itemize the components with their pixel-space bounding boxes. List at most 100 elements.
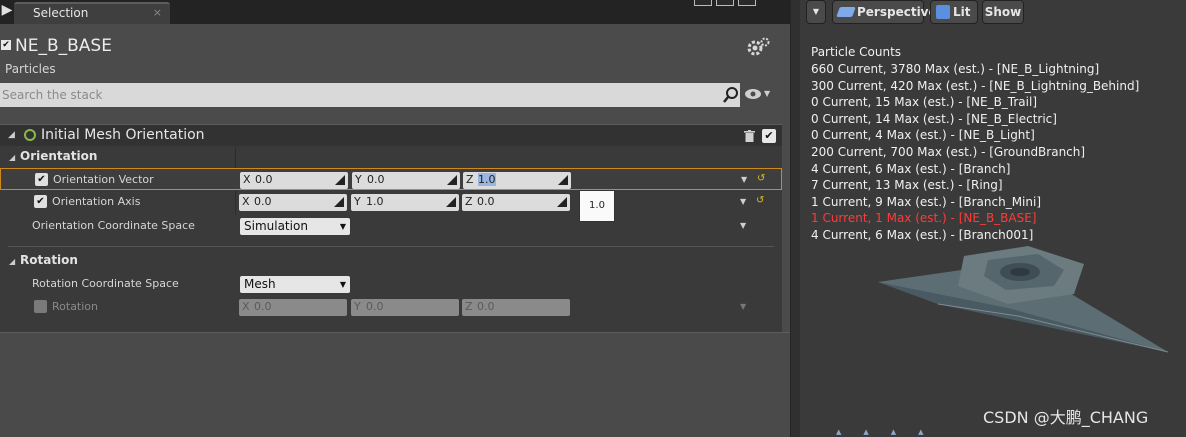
chevron-down-icon: ▼ bbox=[740, 302, 747, 311]
axis-label: Y bbox=[355, 173, 362, 186]
axis-label: X bbox=[242, 195, 250, 208]
prop-label: Orientation Coordinate Space bbox=[32, 219, 195, 232]
particle-count-line-highlighted: 1 Current, 1 Max (est.) - [NE_B_BASE] bbox=[811, 211, 1037, 226]
module-panel: ◢ Initial Mesh Orientation ✔ ◢ Orientati… bbox=[0, 124, 782, 332]
reset-to-default-icon[interactable]: ↺ bbox=[756, 195, 764, 206]
drag-handle-icon[interactable] bbox=[446, 197, 456, 207]
trash-icon[interactable] bbox=[744, 130, 755, 142]
axis-label: Z bbox=[465, 300, 473, 313]
prop-orientation-vector[interactable]: ✔ Orientation Vector X 0.0 Y 0.0 Z 1.0 ▼… bbox=[0, 168, 782, 190]
collapse-arrow-icon[interactable]: ◢ bbox=[8, 130, 15, 140]
tab-bar: ▶ Selection × bbox=[0, 0, 790, 24]
particle-count-line: 0 Current, 14 Max (est.) - [NE_B_Electri… bbox=[811, 111, 1057, 126]
search-input[interactable] bbox=[0, 83, 718, 107]
close-icon[interactable]: × bbox=[153, 6, 162, 19]
orientation-vector-checkbox[interactable]: ✔ bbox=[35, 173, 48, 186]
emitter-enabled-checkbox[interactable]: ✔ bbox=[1, 40, 11, 50]
axis-label: Y bbox=[354, 195, 361, 208]
rotation-checkbox[interactable]: ✔ bbox=[34, 300, 47, 313]
particle-count-line: 300 Current, 420 Max (est.) - [NE_B_Ligh… bbox=[811, 78, 1140, 93]
chevron-down-icon: ▼ bbox=[339, 280, 346, 289]
perspective-label: Perspective bbox=[857, 5, 937, 19]
mesh-preview bbox=[878, 246, 1168, 353]
field-value: 1.0 bbox=[366, 195, 384, 208]
field-value: 0.0 bbox=[477, 195, 495, 208]
tab-label: Selection bbox=[33, 6, 89, 20]
prop-rotation[interactable]: ✔ Rotation X 0.0 Y 0.0 Z 0.0 ▼ bbox=[0, 296, 782, 318]
rotation-x-field: X 0.0 bbox=[239, 299, 347, 316]
collapse-arrow-icon[interactable]: ◢ bbox=[9, 257, 15, 266]
drag-handle-icon[interactable] bbox=[447, 175, 457, 185]
perspective-button[interactable]: Perspective bbox=[832, 0, 937, 24]
orientation-vector-z-field[interactable]: Z 1.0 bbox=[463, 172, 571, 189]
module-header[interactable]: ◢ Initial Mesh Orientation ✔ bbox=[0, 124, 782, 146]
chevron-down-icon[interactable]: ▼ bbox=[740, 221, 746, 230]
module-enabled-checkbox[interactable]: ✔ bbox=[762, 129, 776, 143]
drag-handle-icon[interactable] bbox=[558, 175, 568, 185]
chevron-down-icon[interactable]: ▼ bbox=[764, 89, 770, 98]
field-value: 0.0 bbox=[367, 173, 385, 186]
chevron-down-icon[interactable]: ▼ bbox=[741, 175, 747, 184]
rotation-z-field: Z 0.0 bbox=[462, 299, 570, 316]
orientation-axis-checkbox[interactable]: ✔ bbox=[34, 195, 47, 208]
search-box bbox=[0, 83, 740, 107]
prop-label: Orientation Vector bbox=[53, 173, 154, 186]
reset-to-default-icon[interactable]: ↺ bbox=[757, 173, 765, 184]
show-button[interactable]: Show bbox=[982, 0, 1024, 24]
category-rotation[interactable]: ◢ Rotation bbox=[0, 251, 782, 272]
field-value: 0.0 bbox=[254, 300, 272, 313]
collapse-arrow-icon[interactable]: ◢ bbox=[9, 153, 15, 162]
gear-icon[interactable] bbox=[746, 36, 770, 58]
prop-label: Rotation bbox=[52, 300, 99, 313]
tab-menu-icon[interactable]: ▶ bbox=[0, 0, 14, 22]
orientation-axis-x-field[interactable]: X 0.0 bbox=[239, 194, 347, 211]
divider bbox=[8, 246, 774, 247]
orientation-space-dropdown[interactable]: Simulation ▼ bbox=[240, 218, 350, 235]
field-value: 0.0 bbox=[477, 300, 495, 313]
viewport-axis-indicator: ▲▲▲▲ bbox=[836, 428, 946, 436]
axis-label: Z bbox=[465, 195, 473, 208]
category-orientation[interactable]: ◢ Orientation bbox=[0, 147, 782, 168]
dropdown-value: Simulation bbox=[244, 219, 308, 233]
search-icon[interactable] bbox=[722, 86, 740, 104]
drag-handle-icon[interactable] bbox=[335, 175, 345, 185]
axis-label: X bbox=[243, 173, 251, 186]
chevron-down-icon: ▼ bbox=[339, 222, 346, 231]
eye-icon[interactable] bbox=[744, 88, 762, 100]
rotation-space-dropdown[interactable]: Mesh ▼ bbox=[240, 276, 350, 293]
emitter-name: NE_B_BASE bbox=[15, 36, 112, 56]
chevron-down-icon[interactable]: ▼ bbox=[740, 197, 746, 206]
tab-selection[interactable]: Selection × bbox=[14, 2, 170, 24]
module-title: Initial Mesh Orientation bbox=[41, 127, 205, 143]
rotation-y-field: Y 0.0 bbox=[351, 299, 459, 316]
drag-handle-icon[interactable] bbox=[334, 197, 344, 207]
particle-counts-title: Particle Counts bbox=[811, 45, 902, 59]
maximize-button[interactable] bbox=[716, 0, 734, 6]
field-value: 0.0 bbox=[255, 173, 273, 186]
particle-count-line: 200 Current, 700 Max (est.) - [GroundBra… bbox=[811, 144, 1086, 159]
orientation-axis-z-field[interactable]: Z 0.0 bbox=[462, 194, 570, 211]
lit-label: Lit bbox=[953, 5, 971, 19]
orientation-vector-x-field[interactable]: X 0.0 bbox=[240, 172, 348, 189]
category-label: Orientation bbox=[20, 149, 98, 163]
details-panel: ▶ Selection × ✔ NE_B_BASE Particles ▼ ◢ bbox=[0, 0, 790, 437]
particle-count-line: 4 Current, 6 Max (est.) - [Branch] bbox=[811, 161, 1011, 176]
drag-handle-icon[interactable] bbox=[557, 197, 567, 207]
particle-count-line: 660 Current, 3780 Max (est.) - [NE_B_Lig… bbox=[811, 62, 1100, 76]
preview-viewport[interactable]: ▼ Perspective Lit Show Particle Counts 6… bbox=[800, 0, 1186, 437]
perspective-icon bbox=[836, 7, 856, 17]
dropdown-value: Mesh bbox=[244, 277, 276, 291]
orientation-axis-y-field[interactable]: Y 1.0 bbox=[351, 194, 459, 211]
lit-button[interactable]: Lit bbox=[930, 0, 978, 24]
axis-label: Y bbox=[354, 300, 361, 313]
prop-orientation-axis[interactable]: ✔ Orientation Axis X 0.0 Y 1.0 Z 0.0 ▼ ↺ bbox=[0, 191, 782, 213]
minimize-button[interactable] bbox=[694, 0, 712, 6]
panel-splitter[interactable] bbox=[790, 0, 800, 437]
window-controls bbox=[694, 0, 756, 6]
particle-count-line: 7 Current, 13 Max (est.) - [Ring] bbox=[811, 178, 1003, 193]
orientation-vector-y-field[interactable]: Y 0.0 bbox=[352, 172, 460, 189]
lit-icon bbox=[936, 5, 950, 19]
viewport-menu-button[interactable]: ▼ bbox=[806, 0, 826, 24]
emitter-subtitle: Particles bbox=[5, 62, 56, 76]
close-window-button[interactable] bbox=[738, 0, 756, 6]
